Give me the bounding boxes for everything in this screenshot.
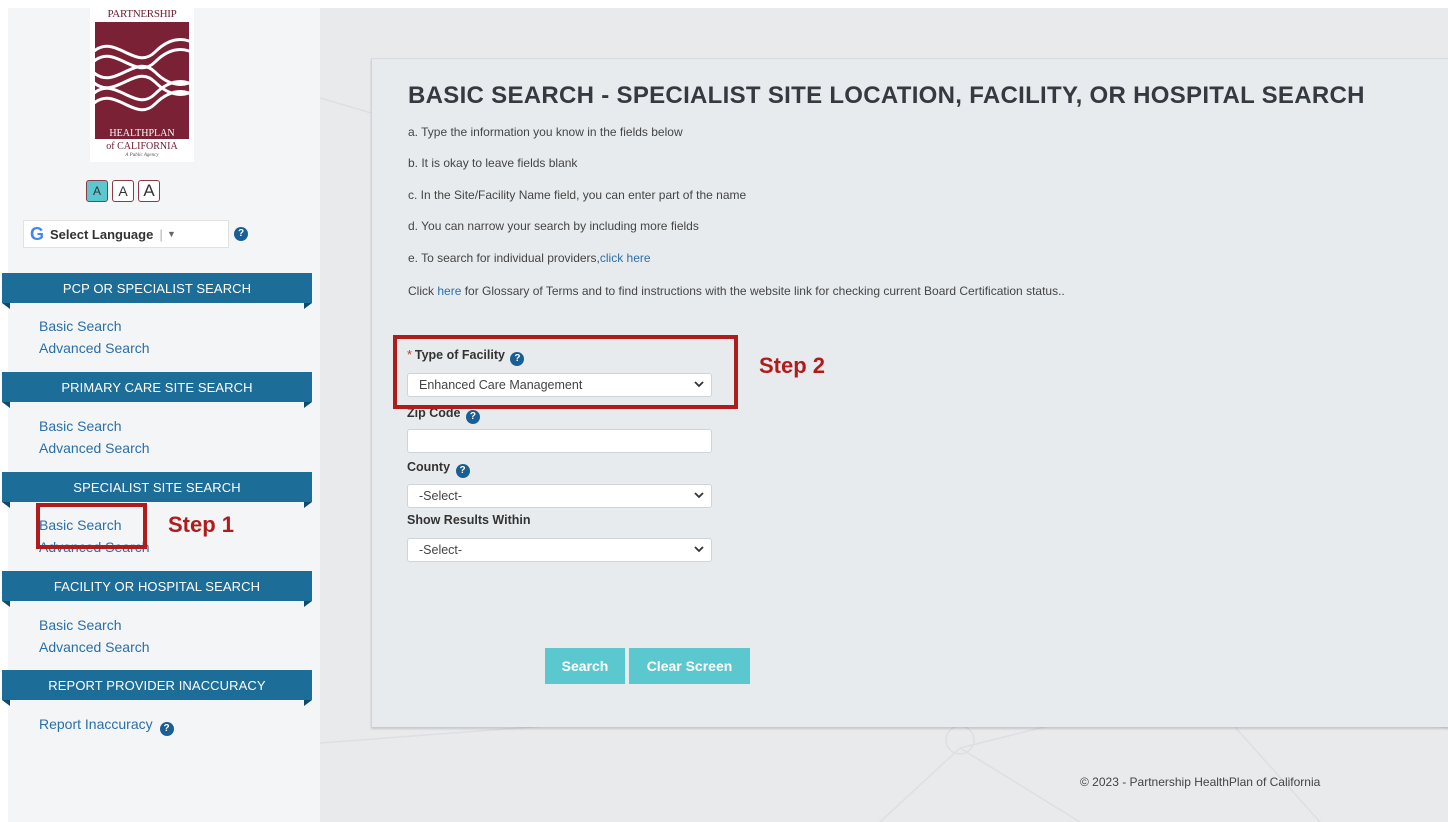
results-within-value: -Select- bbox=[419, 543, 463, 557]
logo-tagline: A Public Agency bbox=[125, 153, 159, 158]
dropdown-arrow-icon: ▼ bbox=[166, 229, 176, 239]
language-separator: | bbox=[159, 226, 163, 242]
results-within-label: Show Results Within bbox=[407, 513, 531, 527]
nav-header-pcp-specialist-search: PCP OR SPECIALIST SEARCH bbox=[2, 273, 312, 309]
county-label-text: County bbox=[407, 460, 451, 474]
clear-screen-button[interactable]: Clear Screen bbox=[629, 648, 750, 684]
search-button[interactable]: Search bbox=[545, 648, 625, 684]
zip-code-help-icon[interactable]: ? bbox=[465, 410, 480, 424]
logo-top-text: PARTNERSHIP bbox=[107, 8, 177, 20]
nav-header-primary-care-site-search: PRIMARY CARE SITE SEARCH bbox=[2, 372, 312, 408]
footer-copyright: © 2023 - Partnership HealthPlan of Calif… bbox=[1080, 775, 1321, 789]
report-inaccuracy-help-icon[interactable]: ? bbox=[159, 722, 174, 736]
chevron-down-icon bbox=[694, 492, 704, 499]
instruction-a: a. Type the information you know in the … bbox=[408, 125, 683, 139]
instruction-c: c. In the Site/Facility Name field, you … bbox=[408, 188, 747, 202]
language-selector[interactable]: G Select Language | ▼ ? bbox=[23, 220, 248, 248]
nav-link-pcp-advanced-search[interactable]: Advanced Search bbox=[39, 340, 150, 357]
county-value: -Select- bbox=[419, 489, 463, 503]
glossary-link[interactable]: here bbox=[437, 284, 461, 298]
instruction-d: d. You can narrow your search by includi… bbox=[408, 219, 699, 233]
chevron-down-icon bbox=[694, 546, 704, 553]
nav-header-facility-hospital-search: FACILITY OR HOSPITAL SEARCH bbox=[2, 571, 312, 607]
step1-highlight-box bbox=[36, 503, 147, 549]
google-icon: G bbox=[30, 223, 45, 244]
logo-wave-icon bbox=[95, 22, 189, 128]
nav-link-facility-advanced-search[interactable]: Advanced Search bbox=[39, 639, 150, 656]
font-size-medium-button[interactable]: A bbox=[112, 180, 134, 202]
glossary-prefix: Click bbox=[408, 284, 438, 298]
nav-header-specialist-site-search: SPECIALIST SITE SEARCH bbox=[2, 472, 312, 508]
page-title: BASIC SEARCH - SPECIALIST SITE LOCATION,… bbox=[408, 82, 1365, 109]
county-help-icon[interactable]: ? bbox=[455, 464, 470, 478]
nav-link-primary-basic-search[interactable]: Basic Search bbox=[39, 418, 121, 435]
zip-code-input[interactable] bbox=[407, 429, 712, 453]
font-size-controls: A A A bbox=[86, 180, 160, 202]
report-inaccuracy-label: Report Inaccuracy bbox=[39, 716, 153, 732]
nav-header-report-provider-inaccuracy: REPORT PROVIDER INACCURACY bbox=[2, 670, 312, 706]
instruction-e-text: e. To search for individual providers, bbox=[408, 251, 600, 265]
instruction-b: b. It is okay to leave fields blank bbox=[408, 156, 578, 170]
font-size-large-button[interactable]: A bbox=[138, 180, 160, 202]
nav-link-pcp-basic-search[interactable]: Basic Search bbox=[39, 318, 121, 335]
logo-bottom-text: of CALIFORNIA bbox=[106, 141, 178, 152]
results-within-select[interactable]: -Select- bbox=[407, 538, 712, 562]
nav-link-facility-basic-search[interactable]: Basic Search bbox=[39, 617, 121, 634]
nav-link-primary-advanced-search[interactable]: Advanced Search bbox=[39, 440, 150, 457]
step2-highlight-box bbox=[393, 335, 738, 409]
glossary-suffix: for Glossary of Terms and to find instru… bbox=[461, 284, 1065, 298]
step2-annotation: Step 2 bbox=[759, 353, 826, 378]
step1-annotation: Step 1 bbox=[168, 512, 235, 537]
county-select[interactable]: -Select- bbox=[407, 484, 712, 508]
instruction-e: e. To search for individual providers,cl… bbox=[408, 251, 651, 265]
language-label: Select Language bbox=[50, 226, 154, 242]
glossary-instruction: Click here for Glossary of Terms and to … bbox=[408, 284, 1065, 298]
nav-link-report-inaccuracy[interactable]: Report Inaccuracy ? bbox=[39, 716, 174, 736]
logo-middle-text: HEALTHPLAN bbox=[95, 128, 189, 139]
county-label: County ? bbox=[407, 460, 470, 478]
individual-providers-link[interactable]: click here bbox=[600, 251, 651, 265]
language-help-icon[interactable]: ? bbox=[234, 227, 248, 241]
partnership-healthplan-logo[interactable]: PARTNERSHIP HEALTHPLAN of CALIFORNIA A P… bbox=[90, 6, 194, 162]
font-size-small-button[interactable]: A bbox=[86, 180, 108, 202]
